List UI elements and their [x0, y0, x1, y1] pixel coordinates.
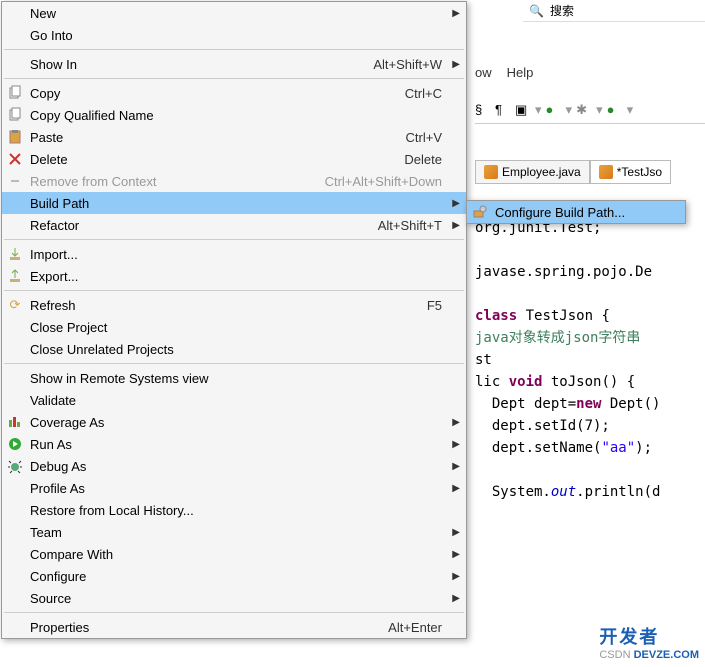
editor-tab[interactable]: Employee.java — [475, 160, 590, 184]
menu-item-close-project[interactable]: Close Project — [2, 316, 466, 338]
coverage-icon — [6, 413, 24, 431]
menu-item-show-remote[interactable]: Show in Remote Systems view — [2, 367, 466, 389]
editor-tab[interactable]: *TestJso — [590, 160, 671, 184]
java-file-icon — [484, 165, 498, 179]
keyboard-shortcut: Delete — [404, 152, 458, 167]
run-icon[interactable]: ● — [546, 102, 562, 118]
menu-item-team[interactable]: Team ▶ — [2, 521, 466, 543]
menu-separator — [4, 78, 464, 79]
submenu-arrow-icon: ▶ — [452, 571, 460, 582]
menu-item-refresh[interactable]: ⟳ Refresh F5 — [2, 294, 466, 316]
submenu-arrow-icon: ▶ — [452, 220, 460, 231]
menu-item-configure-build-path[interactable]: Configure Build Path... — [467, 201, 685, 223]
toolbar-icon[interactable]: ▣ — [515, 102, 531, 118]
run-icon — [6, 435, 24, 453]
menu-item-show-in[interactable]: Show In Alt+Shift+W ▶ — [2, 53, 466, 75]
refresh-icon: ⟳ — [6, 296, 24, 314]
java-file-icon — [599, 165, 613, 179]
build-path-submenu: Configure Build Path... — [466, 200, 686, 224]
copy-icon — [6, 84, 24, 102]
submenu-arrow-icon: ▶ — [452, 59, 460, 70]
context-menu: New ▶ Go Into Show In Alt+Shift+W ▶ Copy… — [1, 1, 467, 639]
code-line: javase.spring.pojo.De — [475, 264, 652, 280]
debug-toolbar-icon[interactable]: ✱ — [576, 102, 592, 118]
menu-item-copy-qualified-name[interactable]: Copy Qualified Name — [2, 104, 466, 126]
menu-item-remove-context: Remove from Context Ctrl+Alt+Shift+Down — [2, 170, 466, 192]
menu-item-new[interactable]: New ▶ — [2, 2, 466, 24]
submenu-arrow-icon: ▶ — [452, 461, 460, 472]
submenu-arrow-icon: ▶ — [452, 483, 460, 494]
menu-item-restore-history[interactable]: Restore from Local History... — [2, 499, 466, 521]
keyboard-shortcut: Alt+Enter — [388, 620, 458, 635]
toolbar-icon[interactable]: ● — [607, 102, 623, 118]
copy-icon — [6, 106, 24, 124]
tab-label: *TestJso — [617, 165, 662, 179]
menu-item-validate[interactable]: Validate — [2, 389, 466, 411]
submenu-arrow-icon: ▶ — [452, 439, 460, 450]
build-path-icon — [471, 203, 489, 221]
menu-item-import[interactable]: Import... — [2, 243, 466, 265]
menu-item-delete[interactable]: Delete Delete — [2, 148, 466, 170]
submenu-arrow-icon: ▶ — [452, 527, 460, 538]
menu-separator — [4, 290, 464, 291]
menu-item-close-unrelated[interactable]: Close Unrelated Projects — [2, 338, 466, 360]
submenu-arrow-icon: ▶ — [452, 549, 460, 560]
keyboard-shortcut: F5 — [427, 298, 458, 313]
keyboard-shortcut: Ctrl+V — [406, 130, 458, 145]
menu-item-source[interactable]: Source ▶ — [2, 587, 466, 609]
submenu-arrow-icon: ▶ — [452, 593, 460, 604]
import-icon — [6, 245, 24, 263]
tab-label: Employee.java — [502, 165, 581, 179]
menu-item-go-into[interactable]: Go Into — [2, 24, 466, 46]
menu-item-debug-as[interactable]: Debug As ▶ — [2, 455, 466, 477]
menu-separator — [4, 239, 464, 240]
submenu-arrow-icon: ▶ — [452, 8, 460, 19]
menu-item-profile-as[interactable]: Profile As ▶ — [2, 477, 466, 499]
menubar-item[interactable]: ow — [475, 65, 492, 80]
delete-icon — [6, 150, 24, 168]
export-icon — [6, 267, 24, 285]
watermark: 开发者 CSDN DEVZE.COM — [599, 623, 699, 661]
toolbar-icon[interactable]: § — [475, 102, 491, 118]
menu-item-copy[interactable]: Copy Ctrl+C — [2, 82, 466, 104]
search-text: 搜索 — [550, 2, 574, 19]
submenu-arrow-icon: ▶ — [452, 198, 460, 209]
menu-item-compare-with[interactable]: Compare With ▶ — [2, 543, 466, 565]
submenu-arrow-icon: ▶ — [452, 417, 460, 428]
menu-separator — [4, 612, 464, 613]
menu-separator — [4, 49, 464, 50]
code-comment: java对象转成json字符串 — [475, 330, 640, 346]
menu-separator — [4, 363, 464, 364]
debug-icon — [6, 457, 24, 475]
menu-item-paste[interactable]: Paste Ctrl+V — [2, 126, 466, 148]
search-icon: 🔍 — [529, 4, 544, 18]
pilcrow-icon[interactable]: ¶ — [495, 102, 511, 118]
keyboard-shortcut: Alt+Shift+W — [373, 57, 458, 72]
menu-item-properties[interactable]: Properties Alt+Enter — [2, 616, 466, 638]
menu-item-export[interactable]: Export... — [2, 265, 466, 287]
remove-icon — [6, 172, 24, 190]
keyboard-shortcut: Ctrl+C — [405, 86, 458, 101]
keyboard-shortcut: Alt+Shift+T — [378, 218, 458, 233]
menu-item-coverage-as[interactable]: Coverage As ▶ — [2, 411, 466, 433]
menu-item-refactor[interactable]: Refactor Alt+Shift+T ▶ — [2, 214, 466, 236]
menu-item-configure[interactable]: Configure ▶ — [2, 565, 466, 587]
menubar-item[interactable]: Help — [507, 65, 534, 80]
menu-item-build-path[interactable]: Build Path ▶ — [2, 192, 466, 214]
paste-icon — [6, 128, 24, 146]
menu-item-run-as[interactable]: Run As ▶ — [2, 433, 466, 455]
keyboard-shortcut: Ctrl+Alt+Shift+Down — [325, 174, 458, 189]
code-editor[interactable]: org.junit.Test; javase.spring.pojo.De cl… — [475, 195, 705, 525]
